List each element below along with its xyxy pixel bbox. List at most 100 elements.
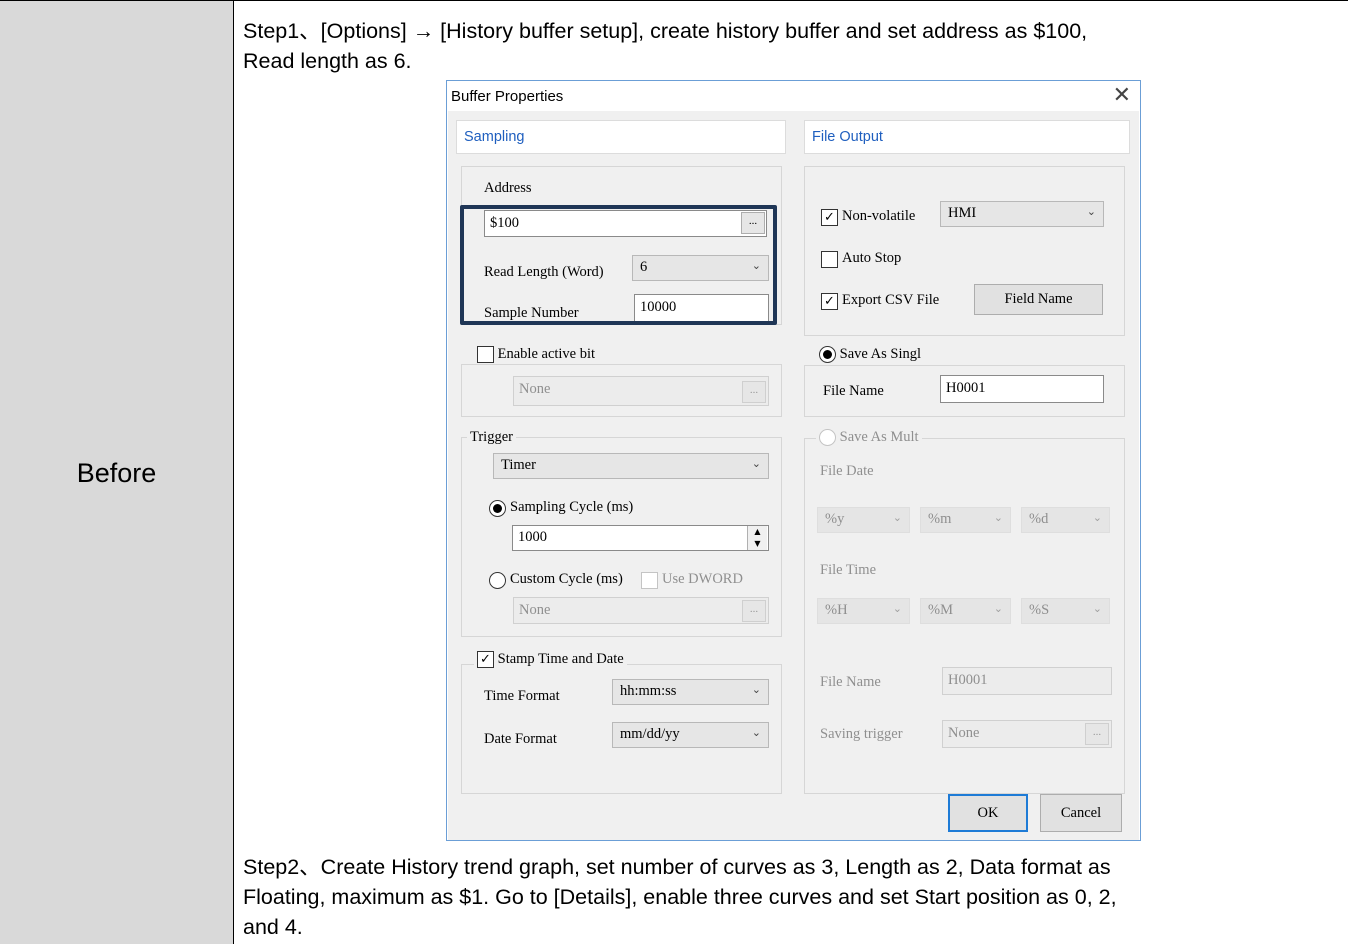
- stamp-time-date-checkbox[interactable]: ✓ Stamp Time and Date: [474, 651, 627, 669]
- address-input[interactable]: $100 ...: [484, 210, 767, 237]
- multi-file-name-input[interactable]: H0001: [942, 667, 1112, 695]
- read-length-label: Read Length (Word): [484, 264, 604, 280]
- time-hour-value: %H: [825, 602, 848, 618]
- active-bit-browse-button[interactable]: ...: [742, 381, 766, 403]
- time-second-value: %S: [1029, 602, 1050, 618]
- chevron-down-icon: ⌄: [751, 726, 761, 739]
- sample-number-input[interactable]: 10000: [634, 294, 769, 324]
- table-column-divider: [233, 0, 234, 944]
- time-format-value: hh:mm:ss: [620, 683, 677, 699]
- ok-button[interactable]: OK: [948, 794, 1028, 832]
- date-day-value: %d: [1029, 511, 1049, 527]
- read-length-select[interactable]: 6 ⌄: [632, 255, 769, 281]
- chevron-down-icon: ⌄: [751, 259, 761, 272]
- file-name-label: File Name: [823, 383, 884, 399]
- save-multi-radio[interactable]: Save As Mult: [816, 429, 922, 447]
- spin-down-icon[interactable]: ▼: [748, 538, 767, 550]
- checkbox-icon: [821, 251, 838, 268]
- auto-stop-label: Auto Stop: [842, 250, 902, 266]
- date-year-value: %y: [825, 511, 845, 527]
- time-minute-select[interactable]: %M ⌄: [920, 598, 1011, 624]
- trigger-label: Trigger: [467, 429, 516, 446]
- sampling-header: Sampling: [456, 120, 786, 154]
- file-name-input[interactable]: H0001: [940, 375, 1104, 403]
- file-output-header: File Output: [804, 120, 1130, 154]
- address-browse-button[interactable]: ...: [741, 212, 765, 234]
- date-month-select[interactable]: %m ⌄: [920, 507, 1011, 533]
- chevron-down-icon: ⌄: [1086, 205, 1096, 218]
- step1-text: Step1、[Options] → [History buffer setup]…: [243, 19, 1088, 73]
- sampling-cycle-spinner[interactable]: ▲ ▼: [747, 526, 767, 550]
- chevron-down-icon: ⌄: [751, 683, 761, 696]
- close-icon[interactable]: ✕: [1113, 83, 1131, 108]
- buffer-properties-dialog: Buffer Properties ✕ Sampling Address $10…: [446, 80, 1141, 841]
- custom-cycle-browse-button[interactable]: ...: [742, 600, 766, 622]
- saving-trigger-label: Saving trigger: [820, 726, 903, 742]
- checkbox-icon: [477, 346, 494, 364]
- chevron-down-icon: ⌄: [993, 602, 1003, 615]
- export-csv-label: Export CSV File: [842, 292, 940, 308]
- cancel-button[interactable]: Cancel: [1040, 794, 1122, 832]
- stamp-label: Stamp Time and Date: [497, 651, 624, 667]
- time-format-label: Time Format: [484, 688, 560, 704]
- saving-trigger-browse-button[interactable]: ...: [1085, 723, 1109, 745]
- date-format-select[interactable]: mm/dd/yy ⌄: [612, 722, 769, 748]
- non-volatile-value: HMI: [948, 205, 977, 221]
- active-bit-input[interactable]: None ...: [513, 376, 769, 406]
- time-minute-value: %M: [928, 602, 953, 618]
- checkbox-icon: [641, 572, 658, 589]
- save-multi-label: Save As Mult: [839, 429, 919, 445]
- date-month-value: %m: [928, 511, 952, 527]
- chevron-down-icon: ⌄: [1092, 511, 1102, 524]
- multi-file-name-value: H0001: [948, 672, 988, 688]
- spin-up-icon[interactable]: ▲: [748, 526, 767, 538]
- radio-off-icon: [489, 572, 506, 589]
- date-day-select[interactable]: %d ⌄: [1021, 507, 1110, 533]
- table-top-border: [0, 0, 1348, 1]
- saving-trigger-input[interactable]: None ...: [942, 720, 1112, 748]
- checkmark-icon: ✓: [477, 651, 494, 669]
- chevron-down-icon: ⌄: [751, 457, 761, 470]
- date-format-value: mm/dd/yy: [620, 726, 680, 742]
- checkmark-icon: ✓: [821, 209, 838, 226]
- address-value: $100: [490, 215, 519, 231]
- sample-number-value: 10000: [640, 299, 677, 315]
- row-label: Before: [76, 458, 157, 488]
- sampling-cycle-input[interactable]: 1000 ▲ ▼: [512, 525, 769, 551]
- non-volatile-label: Non-volatile: [842, 208, 916, 224]
- sampling-cycle-value: 1000: [518, 529, 547, 545]
- trigger-select[interactable]: Timer ⌄: [493, 453, 769, 479]
- chevron-down-icon: ⌄: [993, 511, 1003, 524]
- custom-cycle-input[interactable]: None ...: [513, 597, 769, 624]
- sample-number-label: Sample Number: [484, 305, 579, 321]
- enable-active-bit-label: Enable active bit: [497, 346, 596, 362]
- active-bit-value: None: [519, 381, 551, 397]
- file-time-label: File Time: [820, 562, 877, 578]
- radio-off-icon: [819, 429, 836, 447]
- dialog-body: Sampling Address $100 ... Read Length (W…: [448, 111, 1139, 840]
- date-year-select[interactable]: %y ⌄: [817, 507, 910, 533]
- file-date-label: File Date: [820, 463, 874, 479]
- custom-cycle-value: None: [519, 602, 551, 618]
- enable-active-bit-checkbox[interactable]: Enable active bit: [474, 346, 599, 364]
- dialog-title: Buffer Properties: [451, 88, 564, 105]
- time-format-select[interactable]: hh:mm:ss ⌄: [612, 679, 769, 705]
- custom-cycle-label: Custom Cycle (ms): [510, 571, 623, 587]
- chevron-down-icon: ⌄: [892, 602, 902, 615]
- multi-file-name-label: File Name: [820, 674, 881, 690]
- address-label: Address: [484, 180, 532, 196]
- chevron-down-icon: ⌄: [1092, 602, 1102, 615]
- field-name-button[interactable]: Field Name: [974, 284, 1103, 315]
- time-hour-select[interactable]: %H ⌄: [817, 598, 910, 624]
- checkmark-icon: ✓: [821, 293, 838, 310]
- sampling-cycle-label: Sampling Cycle (ms): [510, 499, 634, 515]
- time-second-select[interactable]: %S ⌄: [1021, 598, 1110, 624]
- save-single-radio[interactable]: Save As Singl: [816, 346, 924, 364]
- date-format-label: Date Format: [484, 731, 557, 747]
- non-volatile-select[interactable]: HMI ⌄: [940, 201, 1104, 227]
- chevron-down-icon: ⌄: [892, 511, 902, 524]
- step2-text: Step2、Create History trend graph, set nu…: [243, 855, 1117, 939]
- radio-on-icon: [819, 346, 836, 364]
- save-single-label: Save As Singl: [839, 346, 921, 362]
- read-length-value: 6: [640, 259, 648, 275]
